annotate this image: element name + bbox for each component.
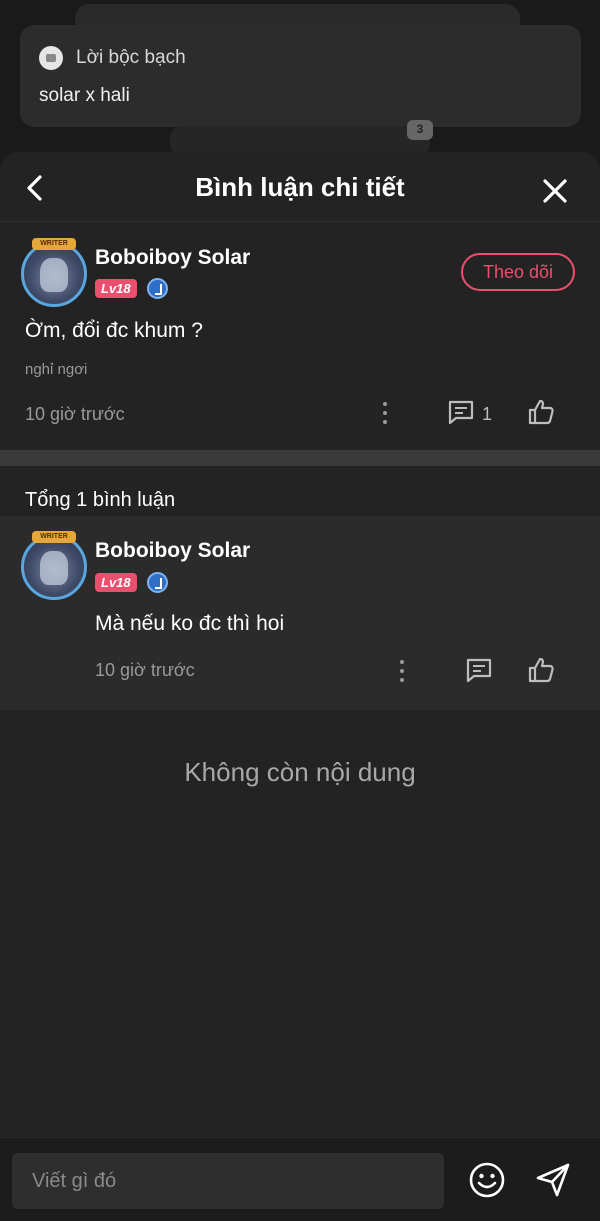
comment-level-badge: Lv18	[95, 573, 137, 592]
comment-verified-icon	[147, 572, 168, 593]
end-of-content-message: Không còn nội dung	[184, 757, 416, 787]
verified-icon	[147, 278, 168, 299]
background-count-badge: 3	[407, 120, 433, 140]
close-icon[interactable]	[540, 176, 570, 206]
comment-icon[interactable]	[447, 399, 475, 425]
sheet-title: Bình luận chi tiết	[195, 172, 405, 202]
post-text: Ờm, đổi đc khum ?	[25, 319, 203, 342]
writer-frame-badge: WRITER	[32, 531, 76, 543]
comment-item: WRITER Boboiboy Solar Lv18 Mà nếu ko đc …	[0, 516, 600, 710]
sheet-header: Bình luận chi tiết	[0, 152, 600, 222]
total-comments-label: Tổng 1 bình luận	[25, 489, 176, 511]
comment-text: Mà nếu ko đc thì hoi	[95, 612, 285, 635]
comment-input[interactable]	[12, 1153, 444, 1209]
comment-reply-icon[interactable]	[465, 657, 493, 683]
post-tag[interactable]: nghỉ ngơi	[25, 361, 87, 378]
comment-username[interactable]: Boboiboy Solar	[95, 539, 250, 563]
comment-time: 10 giờ trước	[95, 660, 195, 680]
background-post-card: Lời bộc bạch solar x hali	[20, 25, 581, 127]
comment-avatar[interactable]: WRITER	[21, 531, 87, 600]
more-options-icon[interactable]	[380, 402, 390, 428]
section-divider	[0, 450, 600, 466]
level-badge: Lv18	[95, 279, 137, 298]
emoji-icon[interactable]	[468, 1161, 506, 1199]
comment-detail-sheet: Bình luận chi tiết WRITER Boboiboy Solar…	[0, 152, 600, 1221]
comment-like-icon[interactable]	[527, 656, 555, 684]
avatar[interactable]: WRITER	[21, 238, 87, 307]
post-time: 10 giờ trước	[25, 404, 125, 424]
post-username[interactable]: Boboiboy Solar	[95, 246, 250, 270]
background-card-text: solar x hali	[39, 85, 130, 106]
follow-button[interactable]: Theo dõi	[461, 253, 575, 291]
background-chip-label: Lời bộc bạch	[76, 47, 186, 68]
comment-more-options-icon[interactable]	[397, 660, 407, 686]
reply-count: 1	[482, 404, 493, 424]
chat-bubble-icon	[39, 46, 63, 70]
comment-composer	[0, 1137, 600, 1221]
send-icon[interactable]	[534, 1161, 572, 1199]
writer-frame-badge: WRITER	[32, 238, 76, 250]
like-icon[interactable]	[527, 398, 555, 426]
